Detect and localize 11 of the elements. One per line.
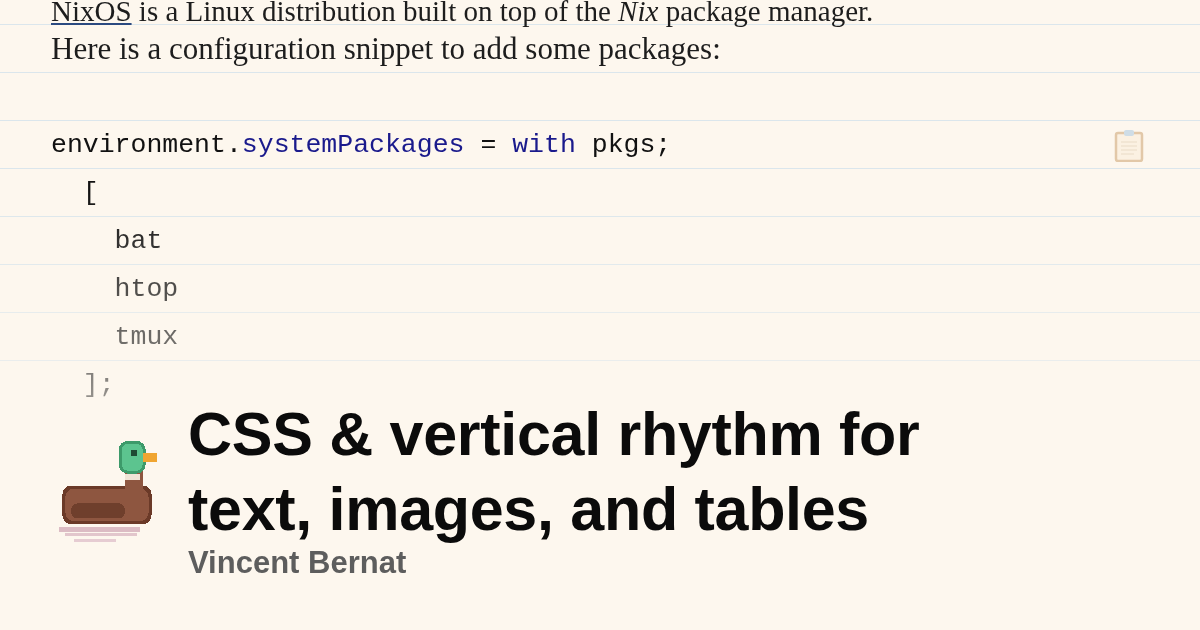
code-line: htop [113,273,179,304]
code-line: ]; [81,369,115,397]
clipboard-icon[interactable] [1114,129,1144,162]
post-title: CSS & vertical rhythm for text, images, and tables [188,399,921,545]
code-line: environment.systemPackages = with pkgs; [51,129,672,160]
sentence: Here is a configuration snippet to add some packages: [51,33,721,64]
code-line: bat [113,225,163,256]
link[interactable]: NixOS [51,0,132,27]
code-line: tmux [113,321,179,352]
author-name: Vincent Bernat [188,544,408,582]
code-line: [ [81,177,99,208]
